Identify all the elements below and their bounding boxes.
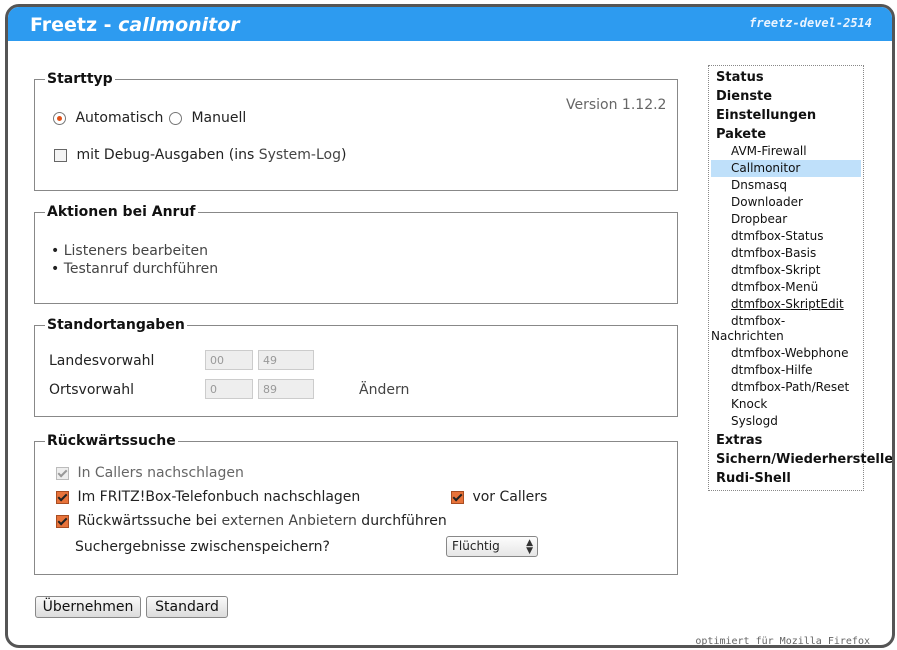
header-bar: Freetz - callmonitor freetz-devel-2514 xyxy=(8,7,892,41)
radio-automatisch-control[interactable] xyxy=(53,111,66,125)
menu-item-dnsmasq[interactable]: Dnsmasq xyxy=(731,178,787,192)
debug-checkbox-control[interactable] xyxy=(54,148,67,162)
menu-item-avm-firewall[interactable]: AVM-Firewall xyxy=(731,144,807,158)
cache-select[interactable]: Flüchtig ▲ ▼ xyxy=(446,536,538,557)
menu-item-callmonitor[interactable]: Callmonitor xyxy=(711,160,861,177)
fritzbox-checkbox-label: Im FRITZ!Box-Telefonbuch nachschlagen xyxy=(77,489,361,505)
rueckwaerts-legend: Rückwärtssuche xyxy=(47,433,176,449)
apply-button[interactable]: Übernehmen xyxy=(35,596,141,618)
extern-checkbox-control[interactable] xyxy=(56,514,69,528)
menu-item-dtmfbox-status[interactable]: dtmfbox-Status xyxy=(731,229,824,243)
callers-checkbox: In Callers nachschlagen xyxy=(56,465,244,481)
menu-item-dtmfbox-skriptedit[interactable]: dtmfbox-SkriptEdit xyxy=(731,297,844,311)
build-label: freetz-devel-2514 xyxy=(749,16,872,30)
landesvorwahl-label: Landesvorwahl xyxy=(49,353,155,369)
extern-checkbox-label: Rückwärtssuche bei externen Anbietern du… xyxy=(77,513,447,529)
side-menu: Status Dienste Einstellungen Pakete AVM-… xyxy=(708,65,892,491)
aktionen-list: • Listeners bearbeiten • Testanruf durch… xyxy=(51,242,218,278)
select-arrows-icon: ▲ ▼ xyxy=(526,538,533,556)
menu-status[interactable]: Status xyxy=(716,70,764,85)
page-frame: Freetz - callmonitor freetz-devel-2514 S… xyxy=(5,4,895,648)
list-item[interactable]: • Testanruf durchführen xyxy=(51,260,218,278)
menu-item-dtmfbox-nachrichten-wrap[interactable]: Nachrichten xyxy=(711,329,784,343)
menu-pakete[interactable]: Pakete xyxy=(716,127,766,142)
standort-legend: Standortangaben xyxy=(47,317,185,333)
ortsvorwahl-prefix: 0 xyxy=(205,379,253,399)
menu-item-dtmfbox-menu[interactable]: dtmfbox-Menü xyxy=(731,280,818,294)
callers-checkbox-control xyxy=(56,466,69,480)
testanruf-link[interactable]: Testanruf durchführen xyxy=(64,261,218,277)
list-item[interactable]: • Listeners bearbeiten xyxy=(51,242,218,260)
radio-manuell-control[interactable] xyxy=(169,111,182,125)
starttyp-legend: Starttyp xyxy=(47,71,113,87)
callers-link[interactable]: Callers xyxy=(95,465,143,481)
externe-anbieter-link[interactable]: externen Anbietern xyxy=(221,513,356,529)
landesvorwahl-field[interactable]: 49 xyxy=(258,350,314,370)
radio-manuell-label: Manuell xyxy=(191,110,247,126)
fritzbox-checkbox[interactable]: Im FRITZ!Box-Telefonbuch nachschlagen xyxy=(56,489,360,505)
radio-manuell[interactable]: Manuell xyxy=(169,110,246,126)
menu-extras[interactable]: Extras xyxy=(716,433,762,448)
menu-item-dtmfbox-path-reset[interactable]: dtmfbox-Path/Reset xyxy=(731,380,849,394)
cache-label: Suchergebnisse zwischenspeichern? xyxy=(75,539,330,555)
menu-sichern[interactable]: Sichern/Wiederherstellen xyxy=(716,452,892,467)
aendern-link[interactable]: Ändern xyxy=(359,382,409,398)
page-title: Freetz - callmonitor xyxy=(30,14,240,36)
menu-item-knock[interactable]: Knock xyxy=(731,397,767,411)
ortsvorwahl-field[interactable]: 89 xyxy=(258,379,314,399)
menu-dienste[interactable]: Dienste xyxy=(716,89,772,104)
vor-callers-label: vor Callers xyxy=(472,489,548,505)
listeners-link[interactable]: Listeners bearbeiten xyxy=(64,243,208,259)
system-log-link[interactable]: System-Log xyxy=(259,147,341,163)
menu-item-dropbear[interactable]: Dropbear xyxy=(731,212,787,226)
menu-rudi-shell[interactable]: Rudi-Shell xyxy=(716,471,791,486)
landesvorwahl-prefix: 00 xyxy=(205,350,253,370)
fritzbox-checkbox-control[interactable] xyxy=(56,490,69,504)
extern-checkbox[interactable]: Rückwärtssuche bei externen Anbietern du… xyxy=(56,513,447,529)
version-text: Version 1.12.2 xyxy=(566,97,667,113)
vor-callers-checkbox-control[interactable] xyxy=(451,490,464,504)
aktionen-legend: Aktionen bei Anruf xyxy=(47,204,196,220)
menu-item-downloader[interactable]: Downloader xyxy=(731,195,803,209)
footer-note: optimiert für Mozilla Firefox xyxy=(695,636,870,647)
menu-item-dtmfbox-basis[interactable]: dtmfbox-Basis xyxy=(731,246,816,260)
menu-item-dtmfbox-skript[interactable]: dtmfbox-Skript xyxy=(731,263,820,277)
ortsvorwahl-label: Ortsvorwahl xyxy=(49,382,134,398)
debug-checkbox[interactable]: mit Debug-Ausgaben (ins System-Log) xyxy=(54,147,346,163)
default-button[interactable]: Standard xyxy=(146,596,228,618)
debug-checkbox-label: mit Debug-Ausgaben (ins System-Log) xyxy=(76,147,347,163)
starttyp-fieldset: Starttyp xyxy=(34,71,678,191)
radio-automatisch[interactable]: Automatisch xyxy=(53,110,163,126)
cache-select-value: Flüchtig xyxy=(452,539,500,553)
vor-callers-checkbox[interactable]: vor Callers xyxy=(451,489,547,505)
radio-automatisch-label: Automatisch xyxy=(75,110,164,126)
callers-checkbox-label: In Callers nachschlagen xyxy=(77,465,244,481)
menu-item-dtmfbox-webphone[interactable]: dtmfbox-Webphone xyxy=(731,346,849,360)
menu-item-dtmfbox-hilfe[interactable]: dtmfbox-Hilfe xyxy=(731,363,813,377)
menu-einstellungen[interactable]: Einstellungen xyxy=(716,108,816,123)
menu-item-syslogd[interactable]: Syslogd xyxy=(731,414,778,428)
menu-item-dtmfbox-nachrichten[interactable]: dtmfbox- xyxy=(731,314,785,328)
